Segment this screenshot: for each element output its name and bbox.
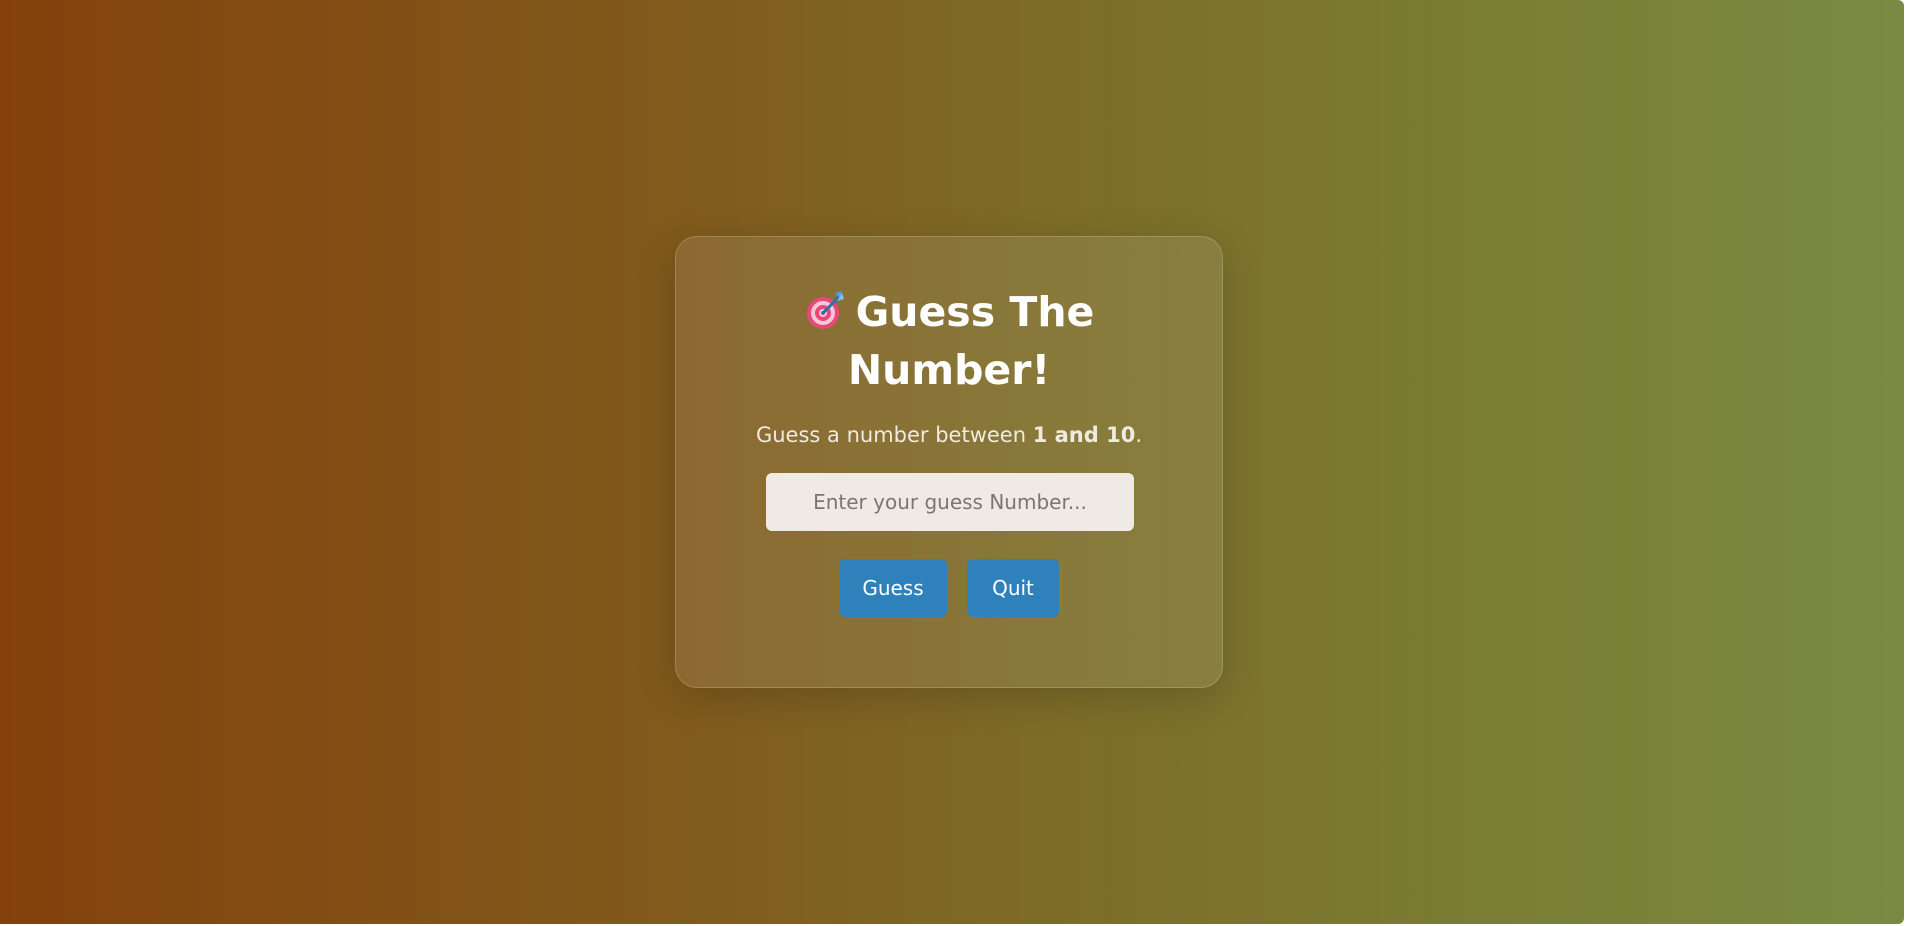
game-card: Guess The Number! Guess a number between…	[675, 236, 1223, 688]
title-line-1: Guess The	[855, 288, 1095, 336]
guess-input[interactable]	[766, 473, 1134, 531]
page-background: Guess The Number! Guess a number between…	[0, 0, 1904, 924]
button-row: Guess Quit	[676, 559, 1222, 617]
direct-hit-target-icon	[806, 291, 844, 329]
instruction-range: 1 and 10	[1032, 423, 1136, 447]
guess-input-wrapper	[766, 473, 1134, 531]
instruction-prefix: Guess a number between	[755, 423, 1033, 447]
quit-button[interactable]: Quit	[967, 559, 1059, 617]
title-line-2: Number!	[847, 346, 1051, 394]
instruction-suffix: .	[1135, 423, 1143, 447]
guess-button[interactable]: Guess	[839, 559, 947, 617]
page-title: Guess The Number!	[799, 283, 1099, 399]
instruction-text: Guess a number between 1 and 10.	[676, 421, 1222, 449]
